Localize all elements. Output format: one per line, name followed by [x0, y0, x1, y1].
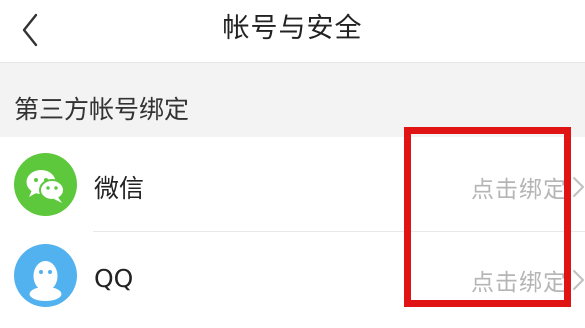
section-header: 第三方帐号绑定 — [0, 63, 585, 137]
bind-wechat-button[interactable]: 点击绑定 — [471, 170, 585, 204]
wechat-icon — [14, 153, 77, 216]
chevron-right-icon — [571, 174, 585, 200]
top-navigation-bar: 帐号与安全 — [0, 0, 585, 63]
chevron-right-icon — [571, 267, 585, 293]
bind-label: 点击绑定 — [471, 270, 567, 296]
account-row-wechat[interactable]: 微信 点击绑定 — [0, 137, 585, 233]
page-title: 帐号与安全 — [222, 13, 363, 44]
account-label-wechat: 微信 — [94, 174, 145, 203]
bind-qq-button[interactable]: 点击绑定 — [471, 263, 585, 297]
account-row-qq[interactable]: QQ 点击绑定 — [0, 232, 585, 328]
qq-icon — [14, 244, 77, 307]
section-title: 第三方帐号绑定 — [14, 95, 190, 124]
account-label-qq: QQ — [94, 264, 134, 293]
bind-label: 点击绑定 — [471, 177, 567, 203]
